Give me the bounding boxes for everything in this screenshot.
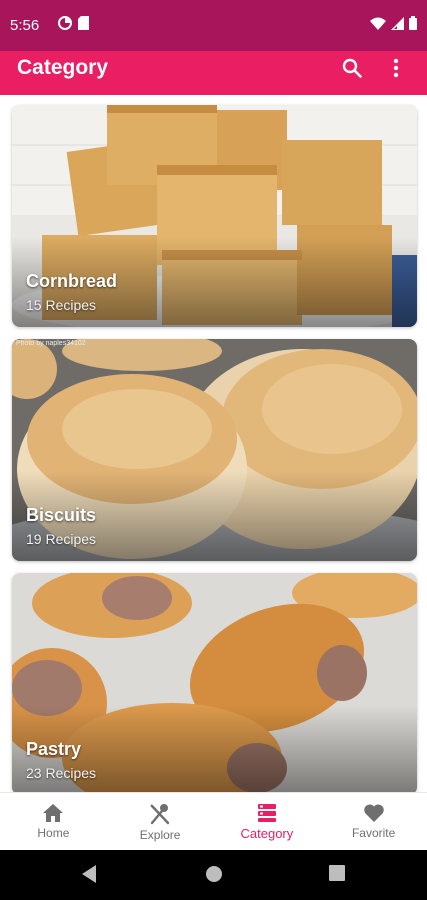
category-icon <box>257 804 276 822</box>
category-card-pastry[interactable]: Pastry 23 Recipes <box>12 573 417 792</box>
nav-item-category[interactable]: Category <box>214 793 321 850</box>
status-bar: 5:56 <box>0 0 427 51</box>
wifi-icon <box>370 17 386 35</box>
recents-button[interactable] <box>328 864 346 887</box>
fork-spoon-icon <box>150 804 170 825</box>
app-bar: Category <box>0 51 427 95</box>
category-name: Cornbread <box>26 271 118 291</box>
search-icon <box>342 58 362 78</box>
recents-icon <box>329 865 345 881</box>
bottom-navigation: Home Explore Category Favorite <box>0 792 427 850</box>
battery-icon <box>409 16 417 35</box>
nav-label: Category <box>240 826 294 841</box>
page-title: Category <box>17 56 109 79</box>
category-name: Pastry <box>26 739 82 759</box>
recipe-count: 19 Recipes <box>26 531 97 547</box>
home-button[interactable] <box>204 864 224 889</box>
data-saver-icon <box>58 16 72 35</box>
more-options-button[interactable] <box>385 55 407 81</box>
category-card-biscuits[interactable]: Photo by naples34102 Biscuits 19 Recipes <box>12 339 417 561</box>
recipe-count: 15 Recipes <box>26 297 97 313</box>
category-list: Cornbread 15 Recipes Photo by naples3410… <box>0 95 427 792</box>
back-button[interactable] <box>80 864 98 889</box>
photo-credit: Photo by naples34102 <box>16 340 86 347</box>
back-icon <box>82 865 96 883</box>
nav-label: Home <box>37 826 70 840</box>
more-vert-icon <box>393 58 399 78</box>
sim-card-icon <box>78 16 89 35</box>
system-navigation-bar <box>0 850 427 900</box>
status-time: 5:56 <box>10 17 40 34</box>
signal-icon <box>391 16 404 35</box>
nav-item-home[interactable]: Home <box>0 793 107 850</box>
category-card-cornbread[interactable]: Cornbread 15 Recipes <box>12 105 417 327</box>
category-name: Biscuits <box>26 505 97 525</box>
nav-item-explore[interactable]: Explore <box>107 793 214 850</box>
home-circle-icon <box>206 866 222 882</box>
home-icon <box>43 804 64 822</box>
nav-item-favorite[interactable]: Favorite <box>320 793 427 850</box>
heart-icon <box>363 804 384 822</box>
nav-label: Explore <box>139 828 181 842</box>
search-button[interactable] <box>341 55 363 81</box>
recipe-count: 23 Recipes <box>26 765 97 781</box>
nav-label: Favorite <box>351 826 396 840</box>
